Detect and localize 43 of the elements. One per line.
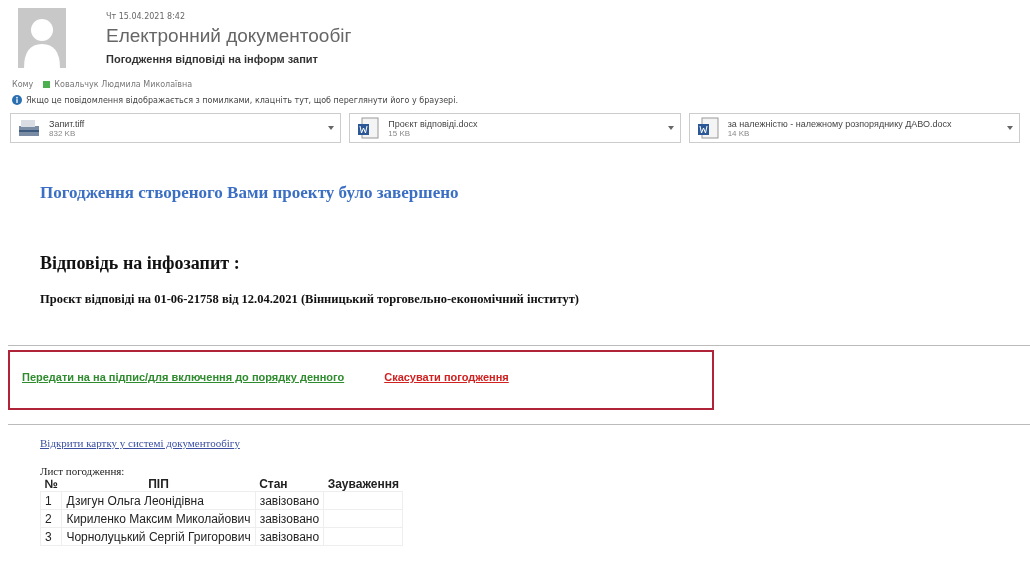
table-cell: завізовано (255, 509, 324, 528)
caret-icon[interactable] (328, 126, 335, 130)
column-header: ПІП (61, 477, 256, 492)
file-size: 832 KB (49, 128, 77, 138)
word-file-icon (695, 116, 720, 140)
column-header: Зауваження (323, 477, 403, 492)
column-header: № (40, 477, 62, 492)
table-caption: Лист погодження: (40, 465, 126, 477)
sent-date: Чт 15.04.2021 8:42 (106, 12, 186, 21)
file-name: Запит.tiff (49, 118, 86, 129)
file-name: Проєкт відповіді.docx (388, 118, 479, 129)
attachment[interactable]: за належністю - належному розпоряднику ДАВО.docx 14 KB (688, 113, 1020, 143)
action-link[interactable]: Скасувати погодження (384, 371, 509, 383)
avatar-icon (16, 8, 68, 68)
recipient-name[interactable]: Ковальчук Людмила Миколаївна (54, 80, 193, 89)
column-header: Стан (255, 477, 324, 492)
table-cell: Чорнолуцький Сергій Григорович (61, 527, 256, 546)
file-name: за належністю - належному розпоряднику ДАВО.docx (727, 118, 953, 129)
table-cell: Дзигун Ольга Леонідівна (61, 491, 256, 510)
table-cell: 1 (40, 491, 62, 510)
project-line: Проєкт відповіді на 01-06-21758 від 12.04.2021 (Вінницький торговельно-економічний інститут) (39, 291, 580, 307)
action-link[interactable]: Передати на на підпис/для включення до порядку денного (22, 371, 345, 383)
word-file-icon (356, 116, 381, 140)
table-cell: завізовано (255, 527, 324, 546)
caret-icon[interactable] (1007, 126, 1013, 130)
table-cell: Кириленко Максим Миколайович (61, 509, 256, 528)
file-size: 14 KB (727, 128, 751, 138)
table-cell: завізовано (255, 491, 324, 510)
table-cell: 2 (40, 509, 62, 528)
to-label: Кому (12, 80, 34, 89)
presence-icon (43, 81, 51, 88)
attachment[interactable]: Запит.tiff 832 KB (10, 113, 342, 143)
section-heading: Відповідь на інфозапит : (39, 252, 241, 274)
caret-icon[interactable] (667, 126, 674, 130)
attachment[interactable]: Проєкт відповіді.docx 15 KB (349, 113, 681, 143)
table-cell: 3 (40, 527, 62, 546)
info-icon (12, 95, 22, 105)
file-size: 15 KB (388, 128, 411, 138)
info-message[interactable]: Якщо це повідомлення відображається з помилками, клацніть тут, щоб переглянути його у браузері. (26, 95, 458, 105)
sender-name: Електронний документообіг (106, 25, 352, 47)
status-heading: Погодження створеного Вами проекту було завершено (39, 182, 460, 203)
subject: Погодження відповіді на інформ запит (106, 53, 319, 65)
open-card-link[interactable]: Відкрити картку у системі документообігу (40, 437, 240, 449)
